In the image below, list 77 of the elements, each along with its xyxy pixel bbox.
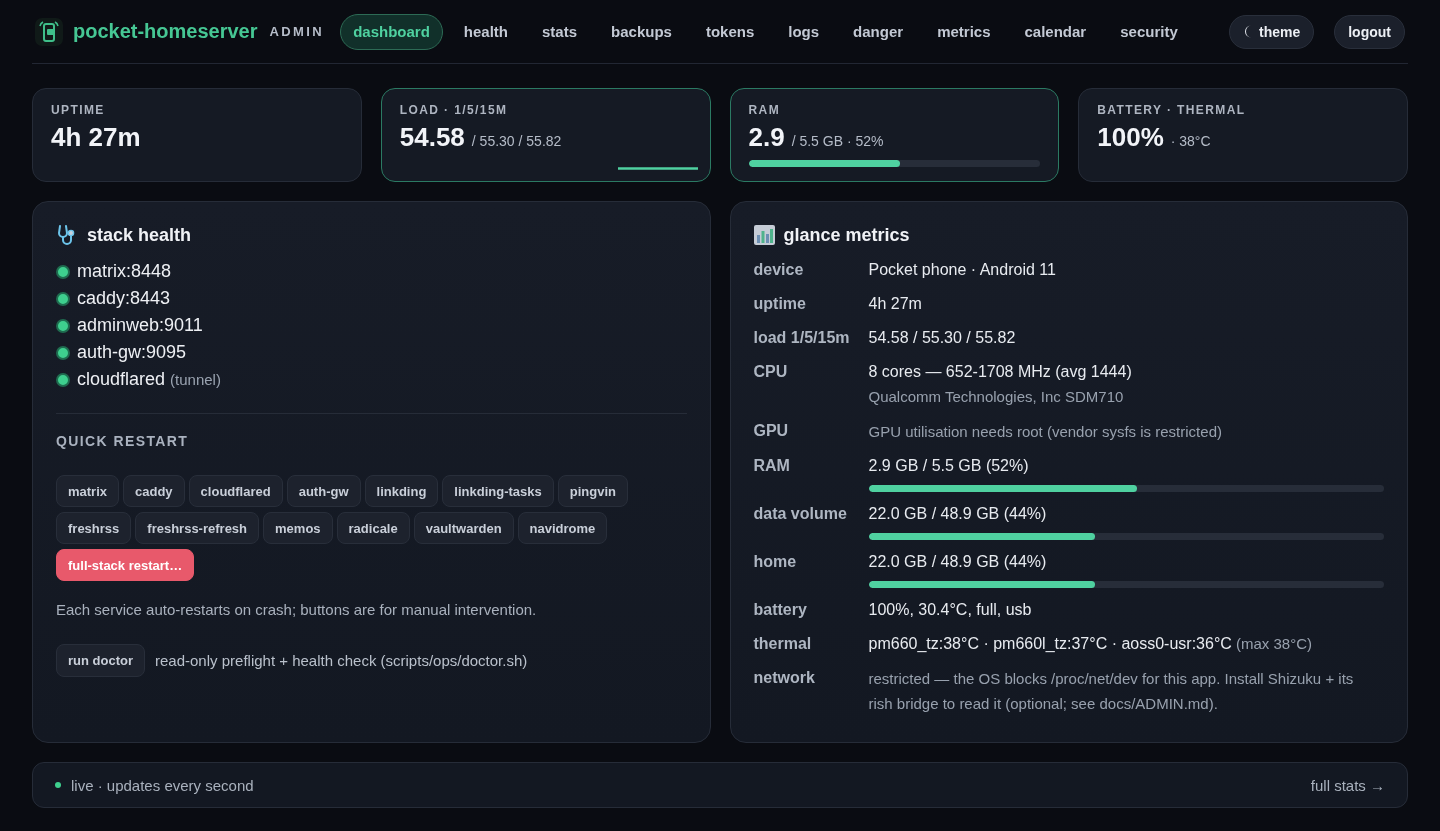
- nav-tab[interactable]: health: [450, 13, 521, 50]
- stat-value: 2.9: [748, 122, 785, 152]
- panel-title: stack health: [87, 224, 192, 246]
- full-stats-link[interactable]: full stats →: [1310, 776, 1385, 794]
- nav-tab[interactable]: metrics: [924, 13, 1004, 50]
- nav-tab[interactable]: security: [1107, 13, 1191, 50]
- metric-value: pm660_tz:38°C · pm660l_tz:37°C · aoss0-usr:36°C (max 38°C): [868, 634, 1313, 654]
- bar-chart-icon: [753, 225, 775, 245]
- restart-button[interactable]: radicale: [336, 512, 410, 544]
- metric-value: 2.9 GB / 5.5 GB (52%): [868, 456, 1029, 476]
- metric-label: battery: [753, 600, 807, 620]
- nav-tab[interactable]: stats: [529, 13, 591, 50]
- role-label: ADMIN: [269, 24, 325, 39]
- metric-value: 22.0 GB / 48.9 GB (44%): [868, 552, 1047, 572]
- service-name: cloudflared: [77, 369, 166, 390]
- service-name: caddy:8443: [77, 288, 171, 309]
- stat-label: LOAD · 1/5/15M: [399, 102, 509, 118]
- metric-value: 8 cores — 652-1708 MHz (avg 1444): [868, 362, 1132, 382]
- restart-button[interactable]: auth-gw: [286, 475, 361, 507]
- logout-button[interactable]: logout: [1334, 14, 1405, 49]
- stat-label: UPTIME: [51, 102, 106, 118]
- panel-title: glance metrics: [783, 224, 910, 246]
- restart-button[interactable]: freshrss: [56, 512, 132, 544]
- phone-icon: [35, 17, 63, 46]
- restart-button[interactable]: matrix: [56, 475, 120, 507]
- stat-detail: / 5.5 GB · 52%: [791, 133, 884, 149]
- metric-label: CPU: [753, 362, 788, 382]
- brand-name: pocket-homeserver: [73, 20, 258, 43]
- stat-value: 4h 27m: [51, 122, 141, 152]
- doctor-description: read-only preflight + health check (scripts/ops/doctor.sh): [155, 652, 528, 669]
- stat-detail: / 55.30 / 55.82: [471, 133, 562, 149]
- service-name: auth-gw:9095: [77, 342, 187, 363]
- metric-label: thermal: [753, 634, 812, 654]
- restart-button[interactable]: pingvin: [557, 475, 628, 507]
- nav-tab[interactable]: tokens: [692, 13, 768, 50]
- nav-tab[interactable]: calendar: [1011, 13, 1100, 50]
- metric-label: home: [753, 552, 797, 572]
- metric-label: load 1/5/15m: [753, 328, 850, 348]
- metric-label: GPU: [753, 421, 789, 441]
- run-doctor-button[interactable]: run doctor: [56, 644, 145, 677]
- stat-value: 54.58: [399, 122, 465, 152]
- restart-button[interactable]: caddy: [123, 475, 185, 507]
- metric-value: Pocket phone · Android 11: [868, 260, 1056, 280]
- theme-button[interactable]: theme: [1229, 14, 1315, 49]
- nav-tab[interactable]: logs: [775, 13, 833, 50]
- restart-button[interactable]: vaultwarden: [413, 512, 514, 544]
- nav-tab[interactable]: danger: [840, 13, 917, 50]
- stat-detail: · 38°C: [1170, 133, 1211, 149]
- metric-label: RAM: [753, 456, 790, 476]
- metric-value: restricted — the OS blocks /proc/net/dev for this app. Install Shizuku + its rish bridge to read it (optional; see docs/ADMIN.md).: [868, 669, 1355, 714]
- metric-value: 22.0 GB / 48.9 GB (44%): [868, 504, 1047, 524]
- service-note: (tunnel): [170, 371, 221, 388]
- metric-label: device: [753, 260, 804, 280]
- metric-value: 100%, 30.4°C, full, usb: [868, 600, 1032, 620]
- restart-button[interactable]: freshrss-refresh: [135, 512, 260, 544]
- help-text: Each service auto-restarts on crash; buttons are for manual intervention.: [56, 600, 537, 620]
- metric-value: 4h 27m: [868, 294, 922, 314]
- restart-button[interactable]: linkding-tasks: [442, 475, 554, 507]
- stat-label: BATTERY · THERMAL: [1097, 102, 1247, 118]
- metric-label: data volume: [753, 504, 847, 524]
- service-name: adminweb:9011: [77, 315, 203, 336]
- metric-value: 54.58 / 55.30 / 55.82: [868, 328, 1016, 348]
- stat-value: 100%: [1097, 122, 1164, 152]
- restart-button[interactable]: linkding: [364, 475, 439, 507]
- metric-label: uptime: [753, 294, 806, 314]
- nav-tab[interactable]: backups: [598, 13, 685, 50]
- metric-label: network: [753, 668, 815, 688]
- section-label: QUICK RESTART: [56, 433, 190, 449]
- restart-button[interactable]: memos: [263, 512, 333, 544]
- service-name: matrix:8448: [77, 261, 172, 282]
- status-text: live · updates every second: [71, 776, 254, 794]
- metric-value: GPU utilisation needs root (vendor sysfs is restricted): [868, 422, 1222, 442]
- metric-subtext: Qualcomm Technologies, Inc SDM710: [868, 387, 1124, 407]
- stat-label: RAM: [748, 102, 782, 118]
- restart-button[interactable]: navidrome: [517, 512, 608, 544]
- nav-tab[interactable]: dashboard: [340, 13, 443, 50]
- restart-button[interactable]: cloudflared: [188, 475, 283, 507]
